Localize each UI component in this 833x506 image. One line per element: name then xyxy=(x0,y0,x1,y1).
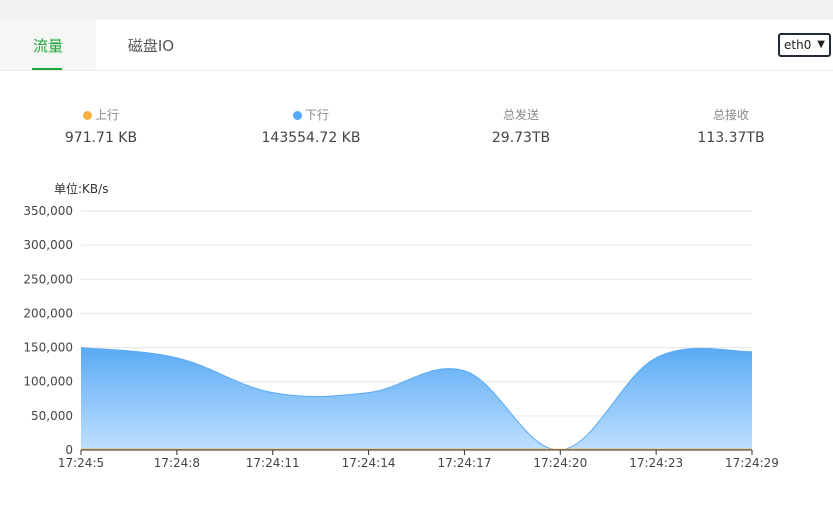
stat-total-sent-value: 29.73TB xyxy=(491,130,551,146)
upload-legend-dot xyxy=(82,111,92,120)
stat-total-received-label: 总接收 xyxy=(712,108,749,122)
y-tick-label: 250,000 xyxy=(23,272,73,286)
x-tick-label: 17:24:20 xyxy=(533,456,587,470)
y-tick-label: 50,000 xyxy=(31,409,73,423)
stat-download: 下行 143554.72 KB xyxy=(231,106,391,146)
interface-select-value: eth0 xyxy=(784,38,812,52)
tab-disk-io[interactable]: 磁盘IO xyxy=(96,20,206,70)
stat-upload-label: 上行 xyxy=(94,108,119,122)
y-tick-label: 150,000 xyxy=(23,341,73,355)
x-tick-label: 17:24:11 xyxy=(246,456,300,470)
top-strip xyxy=(0,0,833,20)
stat-total-sent-label: 总发送 xyxy=(502,108,539,122)
y-tick-label: 300,000 xyxy=(23,238,73,252)
traffic-chart: 0 50,000 100,000 150,000 200,000 250,000 300,0… xyxy=(23,204,779,470)
y-tick-label: 200,000 xyxy=(23,306,73,320)
y-tick-label: 0 xyxy=(65,443,73,457)
download-area xyxy=(81,347,752,451)
x-tick-label: 17:24:23 xyxy=(629,456,683,470)
chevron-down-icon: ▼ xyxy=(817,39,825,50)
x-tick-label: 17:24:29 xyxy=(725,456,779,470)
stat-upload: 上行 971.71 KB xyxy=(21,106,181,146)
y-tick-label: 100,000 xyxy=(23,375,73,389)
stat-total-received-value: 113.37TB xyxy=(697,130,765,146)
stat-upload-value: 971.71 KB xyxy=(64,130,138,146)
x-tick-label: 17:24:17 xyxy=(437,456,491,470)
y-tick-label: 350,000 xyxy=(23,204,73,218)
stat-download-label: 下行 xyxy=(304,108,329,122)
stat-download-value: 143554.72 KB xyxy=(261,130,361,146)
x-tick-label: 17:24:5 xyxy=(58,456,104,470)
interface-select[interactable]: eth0 ▼ xyxy=(778,33,831,57)
x-tick-label: 17:24:8 xyxy=(154,456,200,470)
tab-traffic[interactable]: 流量 xyxy=(0,20,96,70)
stat-total-sent: 总发送 29.73TB xyxy=(441,106,601,146)
x-tick-label: 17:24:14 xyxy=(342,456,396,470)
stat-total-received: 总接收 113.37TB xyxy=(651,106,811,146)
download-legend-dot xyxy=(292,111,302,120)
tab-bar: 流量 磁盘IO xyxy=(0,20,833,71)
